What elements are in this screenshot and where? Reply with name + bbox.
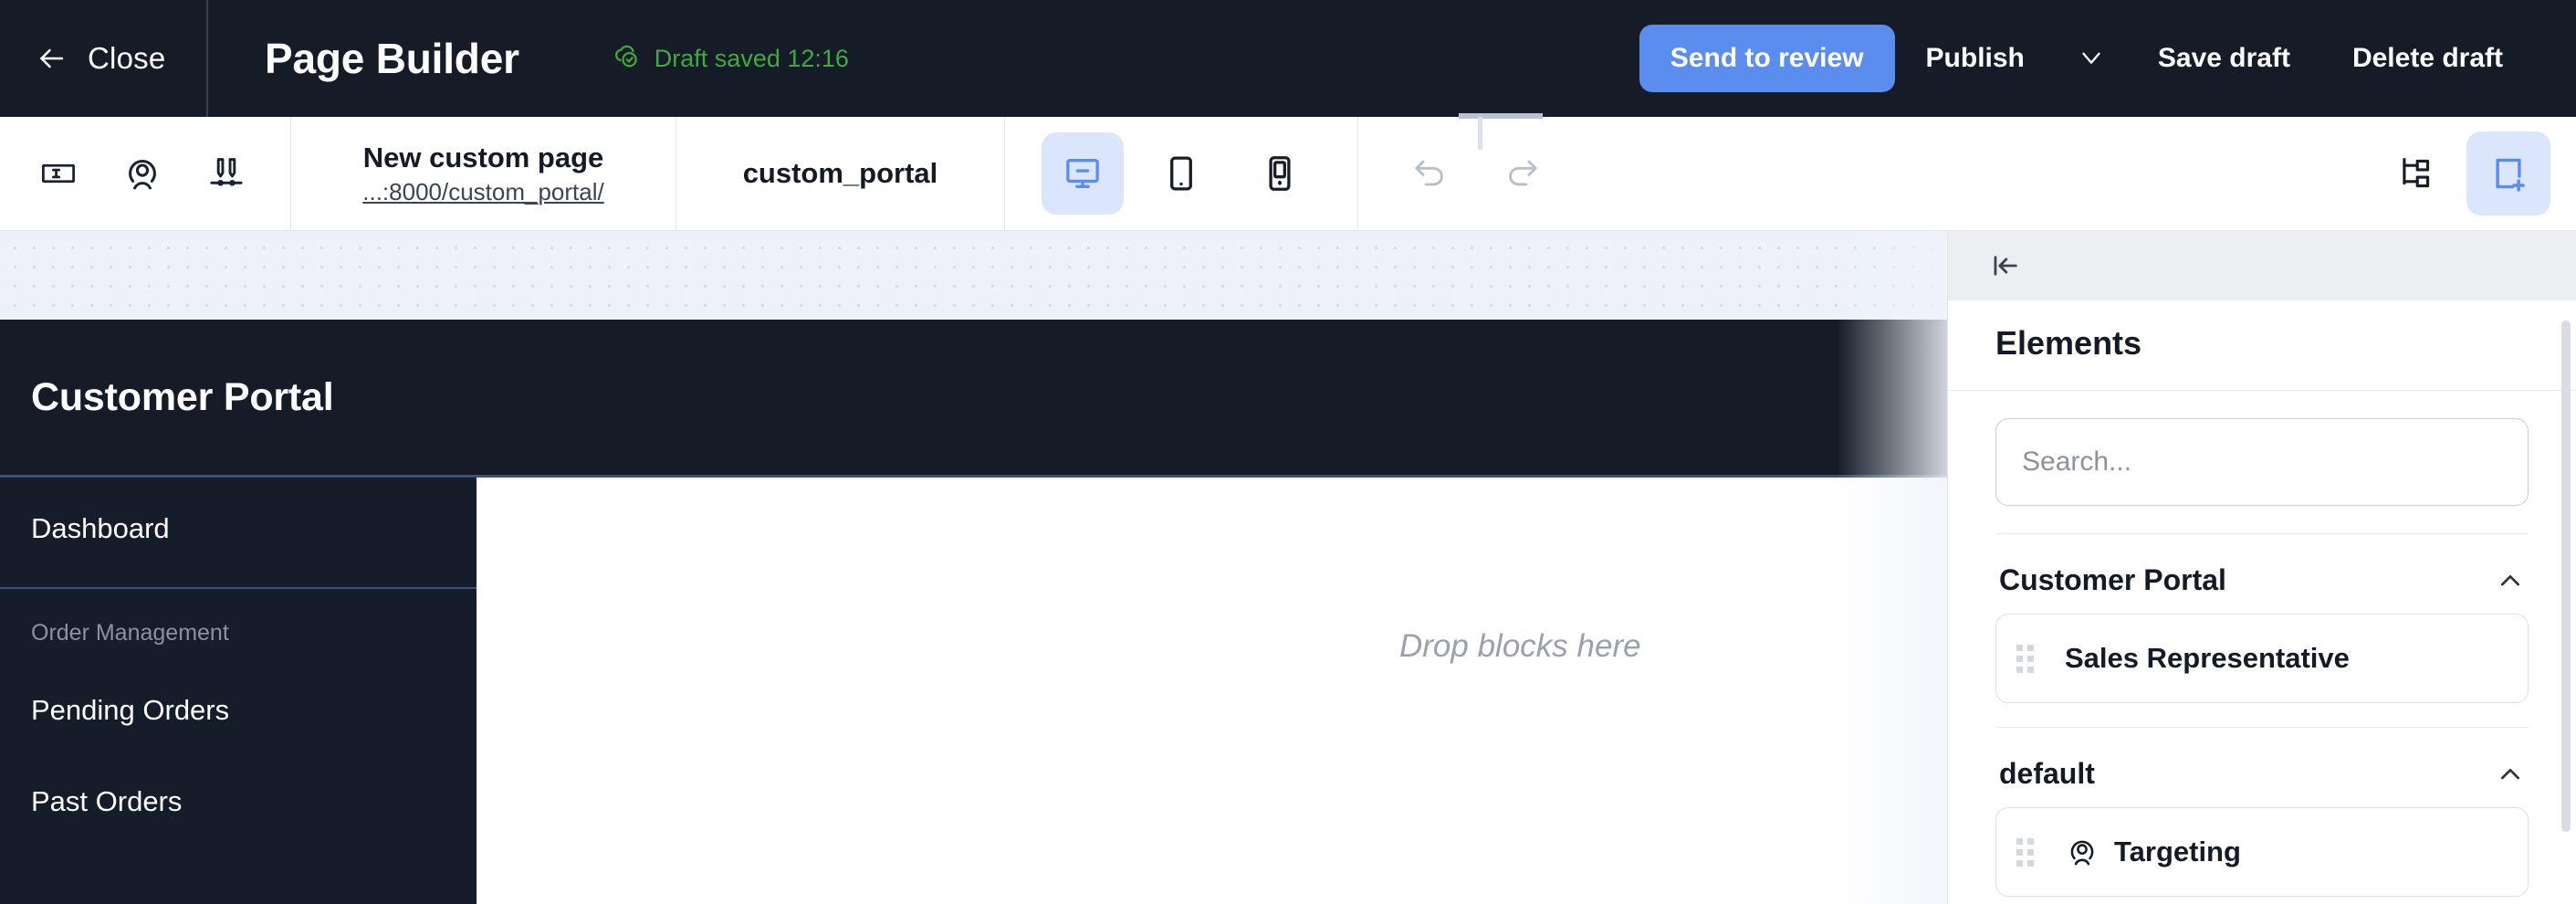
layers-tree-icon[interactable] (2373, 131, 2457, 215)
element-group-default: default Targeting (1995, 727, 2529, 897)
close-label: Close (88, 41, 166, 75)
device-desktop-button[interactable] (1042, 132, 1124, 215)
targeting-person-icon (2065, 835, 2100, 869)
publish-button[interactable]: Publish (1895, 25, 2056, 92)
drop-blocks-hint: Drop blocks here (1399, 628, 1641, 664)
panel-scrollbar[interactable] (2561, 321, 2571, 832)
page-meta-url[interactable]: ...:8000/custom_portal/ (362, 178, 603, 206)
panel-groups: Customer Portal Sales Representative def… (1948, 533, 2576, 904)
chevron-down-icon (2076, 42, 2107, 76)
chevron-up-icon (2496, 760, 2525, 789)
text-field-icon[interactable] (16, 131, 100, 215)
page-meta-title: New custom page (362, 141, 604, 173)
sidebar-section-order-management: Order Management (31, 620, 229, 646)
save-draft-button[interactable]: Save draft (2127, 25, 2321, 92)
device-tablet-button[interactable] (1140, 132, 1222, 215)
chevron-up-icon (2496, 566, 2525, 595)
element-label: Sales Representative (2065, 642, 2350, 674)
close-button[interactable]: Close (0, 0, 208, 117)
collapse-panel-icon[interactable] (1984, 245, 2026, 287)
draft-status: Draft saved 12:16 (611, 40, 849, 78)
panel-collapse-bar (1948, 231, 2576, 300)
device-switcher (1005, 117, 1358, 230)
publish-dropdown-button[interactable] (2056, 24, 2127, 94)
element-label: Targeting (2114, 836, 2241, 867)
history-controls (1358, 117, 1594, 230)
targeting-person-icon[interactable] (100, 131, 184, 215)
panel-title-row: Elements (1948, 300, 2576, 391)
element-card-targeting[interactable]: Targeting (1995, 807, 2529, 897)
page-meta[interactable]: New custom page ...:8000/custom_portal/ (291, 117, 676, 230)
send-to-review-button[interactable]: Send to review (1639, 25, 1895, 92)
top-header-bar: Close Page Builder Draft saved 12:16 Sen… (0, 0, 2576, 117)
cloud-check-icon (611, 40, 642, 78)
portal-body: Dashboard Order Management Pending Order… (0, 478, 1947, 904)
back-arrow-icon (35, 42, 68, 75)
drag-handle-icon[interactable] (2016, 644, 2034, 673)
toolbar-tool-icons (0, 117, 291, 230)
page-canvas[interactable]: Customer Portal Dashboard Order Manageme… (0, 231, 1947, 904)
draft-status-label: Draft saved 12:16 (654, 44, 849, 72)
panel-search-wrap (1948, 391, 2576, 533)
search-input[interactable] (1995, 418, 2529, 506)
sidebar-item-past-orders[interactable]: Past Orders (0, 756, 476, 847)
sidebar-item-dashboard[interactable]: Dashboard (0, 483, 476, 574)
add-block-icon[interactable] (2466, 131, 2550, 215)
toolbar-right-tools (2373, 117, 2576, 230)
group-name: Customer Portal (1999, 563, 2226, 596)
ab-test-icon[interactable] (184, 131, 268, 215)
portal-sidebar: Dashboard Order Management Pending Order… (0, 478, 476, 904)
element-group-customer-portal: Customer Portal Sales Representative (1995, 533, 2529, 703)
builder-toolbar: New custom page ...:8000/custom_portal/ … (0, 113, 2576, 231)
site-name[interactable]: custom_portal (676, 117, 1005, 230)
group-name: default (1999, 757, 2095, 790)
toolbar-tab-divider (1478, 117, 1482, 150)
portal-dropzone[interactable]: Drop blocks here (476, 478, 1947, 904)
panel-title: Elements (1995, 324, 2142, 362)
sidebar-item-pending-orders[interactable]: Pending Orders (0, 665, 476, 756)
page-title: Page Builder (265, 35, 519, 82)
elements-panel: Elements Customer Portal Sales Represent… (1947, 231, 2576, 904)
device-mobile-button[interactable] (1239, 132, 1321, 215)
drag-handle-icon[interactable] (2016, 837, 2034, 867)
portal-header[interactable]: Customer Portal (0, 320, 1947, 478)
redo-button[interactable] (1484, 135, 1561, 212)
undo-button[interactable] (1391, 135, 1468, 212)
canvas-grid-backdrop (0, 231, 1947, 320)
active-tab-marker (1459, 113, 1543, 119)
element-card-sales-representative[interactable]: Sales Representative (1995, 614, 2529, 703)
group-header-default[interactable]: default (1995, 748, 2529, 807)
header-actions: Send to review Publish Save draft Delete… (1639, 0, 2534, 117)
portal-title: Customer Portal (31, 374, 334, 419)
delete-draft-button[interactable]: Delete draft (2321, 25, 2534, 92)
main-area: Customer Portal Dashboard Order Manageme… (0, 231, 2576, 904)
group-header-customer-portal[interactable]: Customer Portal (1995, 554, 2529, 614)
